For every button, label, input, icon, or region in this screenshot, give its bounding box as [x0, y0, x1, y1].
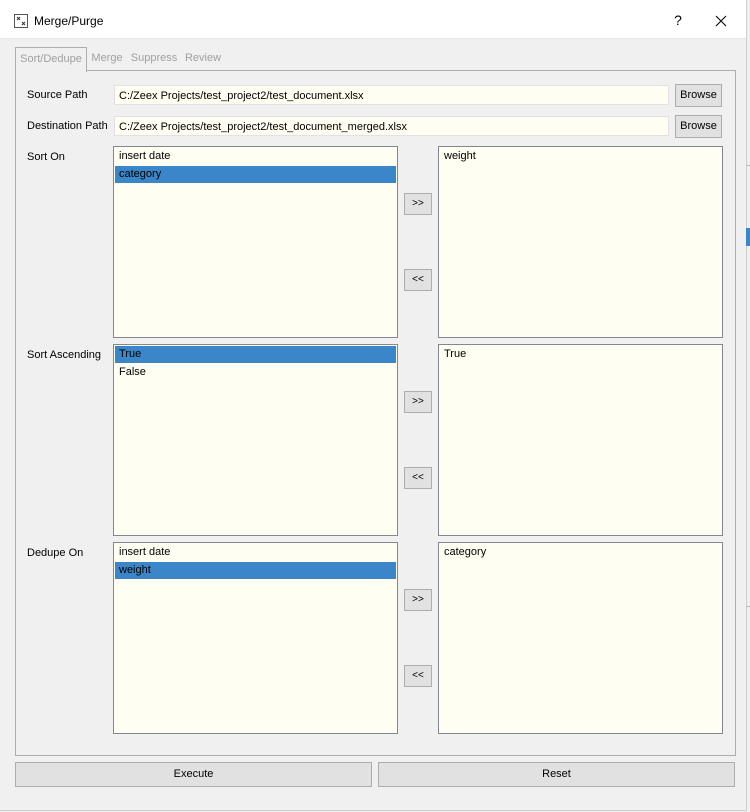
reset-button[interactable]: Reset — [378, 762, 735, 787]
dedupe-on-add-button[interactable]: >> — [404, 589, 432, 611]
sort-on-label: Sort On — [27, 151, 65, 163]
close-icon[interactable] — [712, 12, 730, 30]
sort-ascending-label: Sort Ascending — [27, 349, 101, 361]
dedupe-on-label: Dedupe On — [27, 547, 84, 559]
list-item[interactable]: category — [440, 544, 721, 561]
source-browse-button[interactable]: Browse — [675, 84, 722, 107]
dedupe-on-selected-list[interactable]: category — [438, 542, 723, 734]
dedupe-on-available-list[interactable]: insert date weight — [113, 542, 398, 734]
tab-merge[interactable]: Merge — [89, 47, 125, 70]
sort-on-available-list[interactable]: insert date category — [113, 146, 398, 338]
sort-ascending-available-list[interactable]: True False — [113, 344, 398, 536]
merge-purge-dialog: Merge/Purge ? Sort/Dedupe Merge Suppress… — [0, 0, 747, 811]
list-item-selected[interactable]: weight — [115, 562, 396, 579]
tab-review[interactable]: Review — [182, 47, 224, 70]
sort-on-add-button[interactable]: >> — [404, 193, 432, 215]
execute-button[interactable]: Execute — [15, 762, 372, 787]
sort-ascending-remove-button[interactable]: << — [404, 467, 432, 489]
sort-on-selected-list[interactable]: weight — [438, 146, 723, 338]
list-item[interactable]: weight — [440, 148, 721, 165]
sort-ascending-add-button[interactable]: >> — [404, 391, 432, 413]
background-window-edge — [746, 165, 750, 166]
sort-ascending-selected-list[interactable]: True — [438, 344, 723, 536]
source-path-label: Source Path — [27, 89, 88, 101]
tab-suppress[interactable]: Suppress — [129, 47, 179, 70]
window-title: Merge/Purge — [34, 14, 104, 28]
destination-path-label: Destination Path — [27, 120, 108, 132]
dedupe-on-remove-button[interactable]: << — [404, 665, 432, 687]
list-item-selected[interactable]: category — [115, 166, 396, 183]
list-item[interactable]: False — [115, 364, 396, 381]
sort-on-remove-button[interactable]: << — [404, 269, 432, 291]
destination-browse-button[interactable]: Browse — [675, 115, 722, 138]
list-item[interactable]: True — [440, 346, 721, 363]
help-button[interactable]: ? — [670, 12, 686, 28]
list-item-selected[interactable]: True — [115, 346, 396, 363]
list-item[interactable]: insert date — [115, 148, 396, 165]
background-window-edge — [746, 606, 750, 607]
title-bar: Merge/Purge ? — [0, 0, 746, 39]
destination-path-input[interactable]: C:/Zeex Projects/test_project2/test_docu… — [114, 116, 669, 136]
background-window-selection — [746, 228, 750, 246]
source-path-input[interactable]: C:/Zeex Projects/test_project2/test_docu… — [114, 85, 669, 105]
list-item[interactable]: insert date — [115, 544, 396, 561]
tab-sort-dedupe[interactable]: Sort/Dedupe — [15, 47, 87, 72]
app-icon — [14, 14, 28, 28]
sort-dedupe-panel: Source Path C:/Zeex Projects/test_projec… — [15, 70, 736, 756]
